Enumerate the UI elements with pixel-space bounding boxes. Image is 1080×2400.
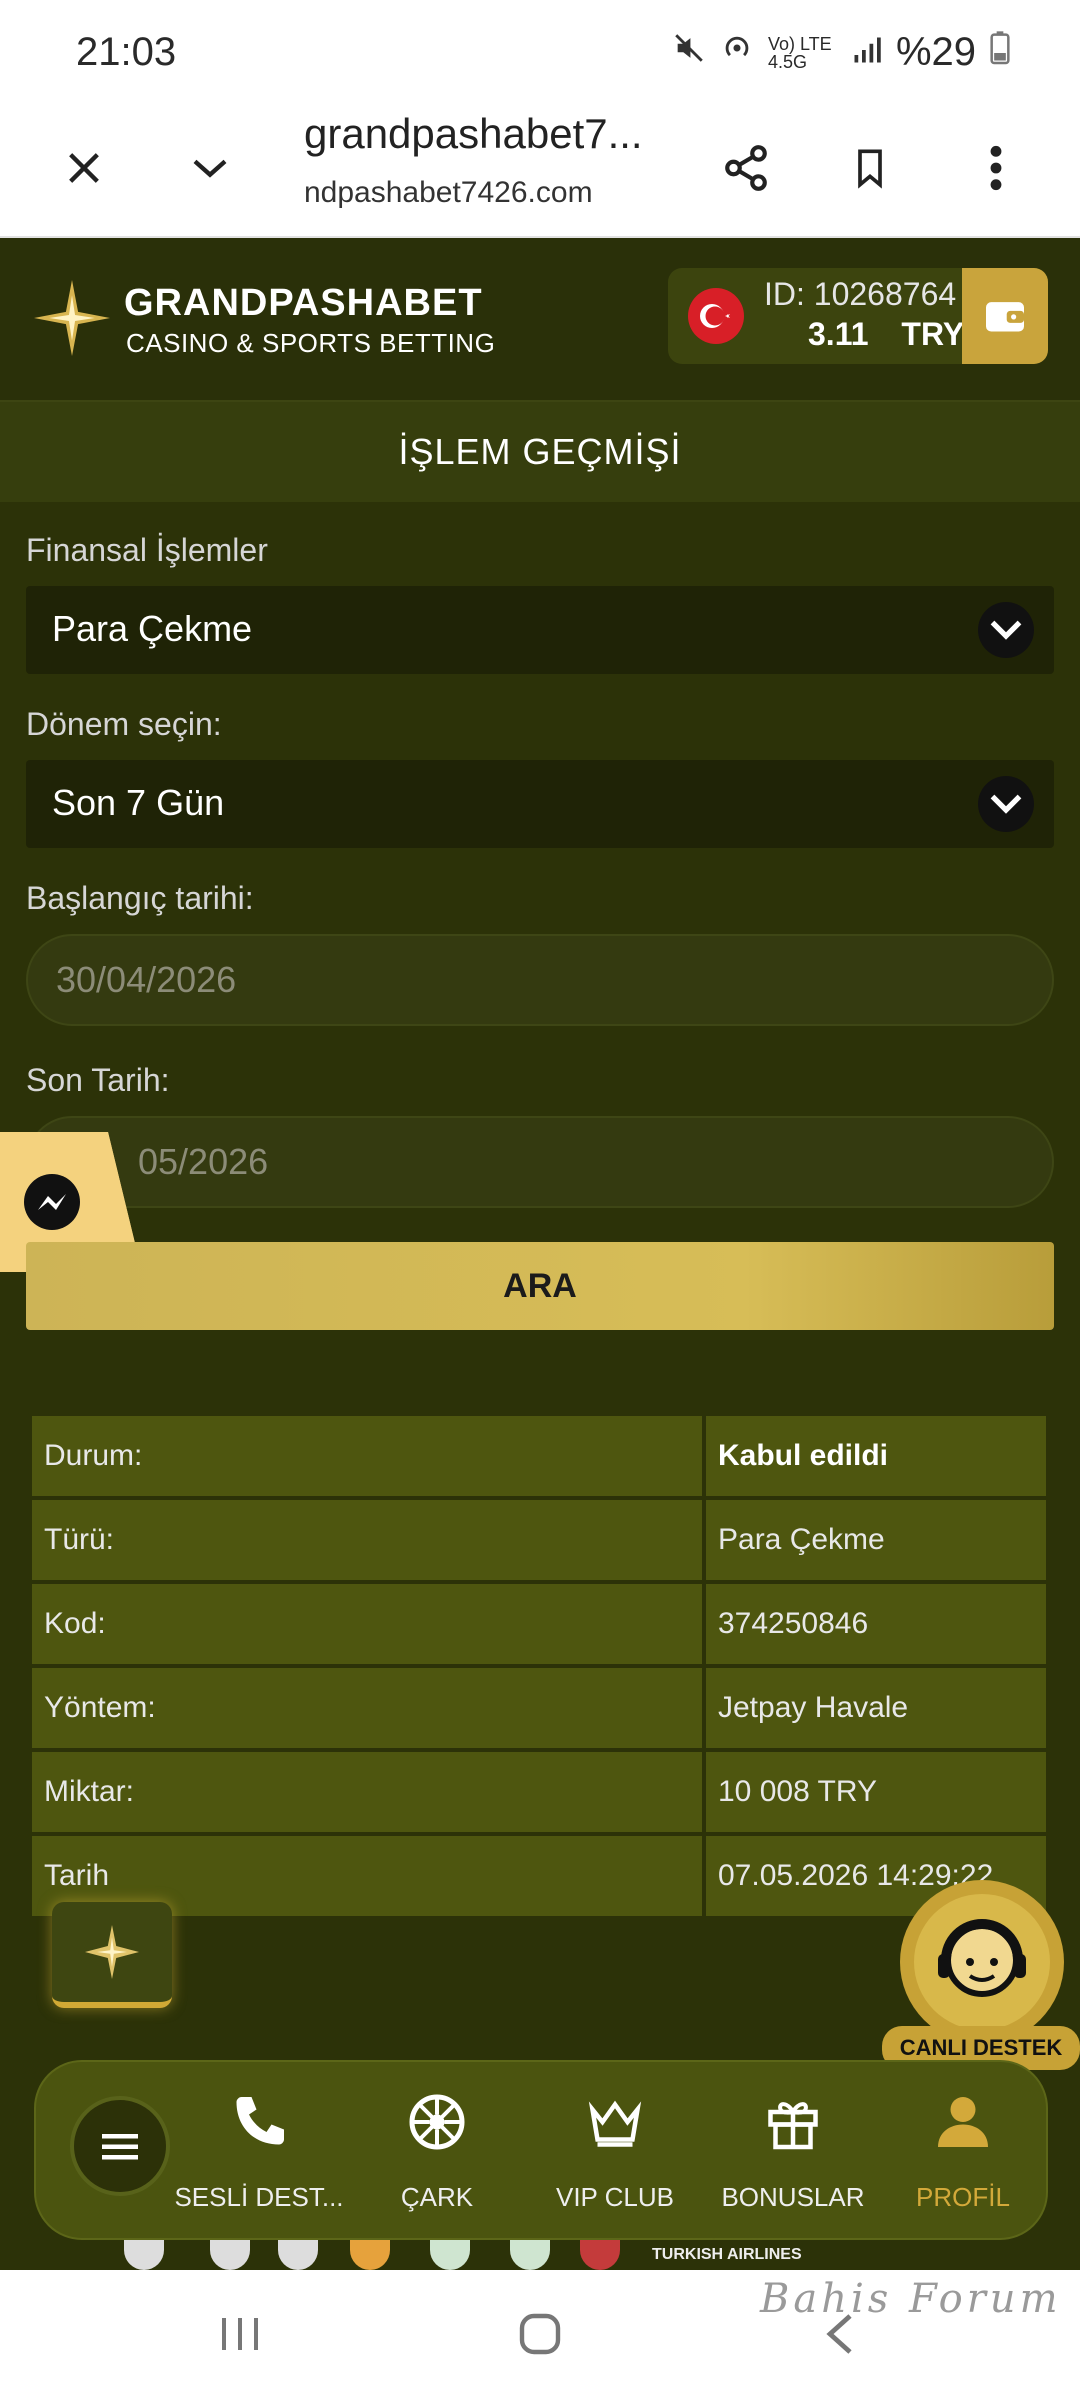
menu-button[interactable] xyxy=(70,2096,170,2196)
detail-key: Yöntem: xyxy=(32,1668,702,1748)
table-row: Miktar: 10 008 TRY xyxy=(32,1752,1046,1832)
detail-key: Durum: xyxy=(32,1416,702,1496)
hamburger-icon xyxy=(102,2134,138,2160)
sponsor-logo xyxy=(124,2240,164,2270)
chevron-down-icon[interactable] xyxy=(170,128,250,208)
transaction-type-select[interactable]: Para Çekme xyxy=(26,586,1054,674)
recent-apps-icon[interactable] xyxy=(218,2314,262,2359)
user-icon xyxy=(933,2092,993,2152)
nav-profile[interactable]: PROFİL xyxy=(878,2062,1048,2242)
period-value: Son 7 Gün xyxy=(52,782,225,823)
start-date-label: Başlangıç tarihi: xyxy=(26,880,254,916)
detail-value: Jetpay Havale xyxy=(706,1668,1046,1748)
sponsor-logo xyxy=(210,2240,250,2270)
sponsor-text: TURKISH AIRLINES xyxy=(652,2246,802,2263)
brand-tagline: CASINO & SPORTS BETTING xyxy=(126,328,496,358)
star-icon xyxy=(85,1925,139,1979)
bookmark-icon[interactable] xyxy=(830,128,910,208)
nav-label: VIP CLUB xyxy=(555,2182,674,2212)
status-bar: 21:03 Vo) LTE 4.5G %29 xyxy=(0,0,1080,110)
account-id: ID: 10268764 xyxy=(764,276,957,312)
detail-value: 374250846 xyxy=(706,1584,1046,1664)
table-row: Yöntem: Jetpay Havale xyxy=(32,1668,1046,1748)
mute-icon xyxy=(672,30,706,75)
nav-label: BONUSLAR xyxy=(721,2182,865,2212)
page-url[interactable]: ndpashabet7426.com xyxy=(304,176,593,210)
logo-star-icon[interactable] xyxy=(34,280,110,356)
gift-icon xyxy=(763,2092,823,2152)
transaction-details-table: Durum: Kabul edildi Türü: Para Çekme Kod… xyxy=(28,1412,1050,1920)
detail-key: Miktar: xyxy=(32,1752,702,1832)
start-date-input[interactable]: 30/04/2026 xyxy=(26,934,1054,1026)
signal-icon xyxy=(852,30,882,75)
watermark: Bahis Forum xyxy=(760,2276,1062,2322)
nav-label: SESLİ DEST... xyxy=(174,2182,344,2212)
star-fab-button[interactable] xyxy=(52,1902,172,2008)
table-row: Kod: 374250846 xyxy=(32,1584,1046,1664)
brand-name[interactable]: GRANDPASHABET xyxy=(124,282,483,325)
more-vert-icon[interactable] xyxy=(956,128,1036,208)
sponsor-strip: TURKISH AIRLINES xyxy=(0,2240,1080,2270)
table-row: Durum: Kabul edildi xyxy=(32,1416,1046,1496)
sponsor-logo xyxy=(430,2240,470,2270)
detail-value: Para Çekme xyxy=(706,1500,1046,1580)
hotspot-icon xyxy=(720,30,754,75)
balance-value: 3.11 xyxy=(808,316,869,352)
chevron-down-icon xyxy=(978,602,1034,658)
detail-key: Türü: xyxy=(32,1500,702,1580)
transaction-type-value: Para Çekme xyxy=(52,608,253,649)
transaction-type-label: Finansal İşlemler xyxy=(26,532,268,568)
detail-value: Kabul edildi xyxy=(706,1416,1046,1496)
page-title: İŞLEM GEÇMİŞİ xyxy=(0,402,1080,502)
battery-label: %29 xyxy=(895,30,976,74)
sponsor-logo xyxy=(278,2240,318,2270)
bottom-nav: SESLİ DEST... ÇARK VIP CLUB BONUSLAR PRO… xyxy=(34,2060,1048,2240)
account-panel[interactable]: ID: 10268764 3.11 TRY xyxy=(668,268,1048,364)
end-date-label: Son Tarih: xyxy=(26,1062,170,1098)
table-row: Türü: Para Çekme xyxy=(32,1500,1046,1580)
account-balance: 3.11 TRY xyxy=(808,316,964,353)
battery-icon xyxy=(990,30,1010,75)
detail-key: Kod: xyxy=(32,1584,702,1664)
nav-label: ÇARK xyxy=(400,2182,474,2212)
share-icon[interactable] xyxy=(706,128,786,208)
phone-icon xyxy=(229,2092,289,2152)
search-button[interactable]: ARA xyxy=(26,1242,1054,1330)
end-date-input[interactable]: 05/2026 xyxy=(26,1116,1054,1208)
sponsor-logo xyxy=(350,2240,390,2270)
wallet-icon[interactable] xyxy=(962,268,1048,364)
browser-toolbar: grandpashabet7... ndpashabet7426.com xyxy=(0,110,1080,238)
turkey-flag-icon xyxy=(688,288,744,344)
chevron-down-icon xyxy=(978,776,1034,832)
close-icon[interactable] xyxy=(44,128,124,208)
network-label: Vo) LTE 4.5G xyxy=(767,33,832,72)
wheel-icon xyxy=(407,2092,467,2152)
nav-label: PROFİL xyxy=(916,2182,1010,2212)
sponsor-logo xyxy=(510,2240,550,2270)
period-label: Dönem seçin: xyxy=(26,706,222,742)
nav-voice-support[interactable]: SESLİ DEST... xyxy=(174,2062,344,2242)
nav-vip-club[interactable]: VIP CLUB xyxy=(530,2062,700,2242)
site-header: GRANDPASHABET CASINO & SPORTS BETTING ID… xyxy=(0,238,1080,402)
detail-value: 10 008 TRY xyxy=(706,1752,1046,1832)
nav-wheel[interactable]: ÇARK xyxy=(352,2062,522,2242)
period-select[interactable]: Son 7 Gün xyxy=(26,760,1054,848)
balance-currency: TRY xyxy=(901,316,965,352)
page-url-title[interactable]: grandpashabet7... xyxy=(304,110,643,158)
home-icon[interactable] xyxy=(516,2310,564,2363)
status-time: 21:03 xyxy=(76,30,177,74)
sponsor-logo xyxy=(580,2240,620,2270)
crown-icon xyxy=(585,2092,645,2152)
nav-bonuses[interactable]: BONUSLAR xyxy=(708,2062,878,2242)
